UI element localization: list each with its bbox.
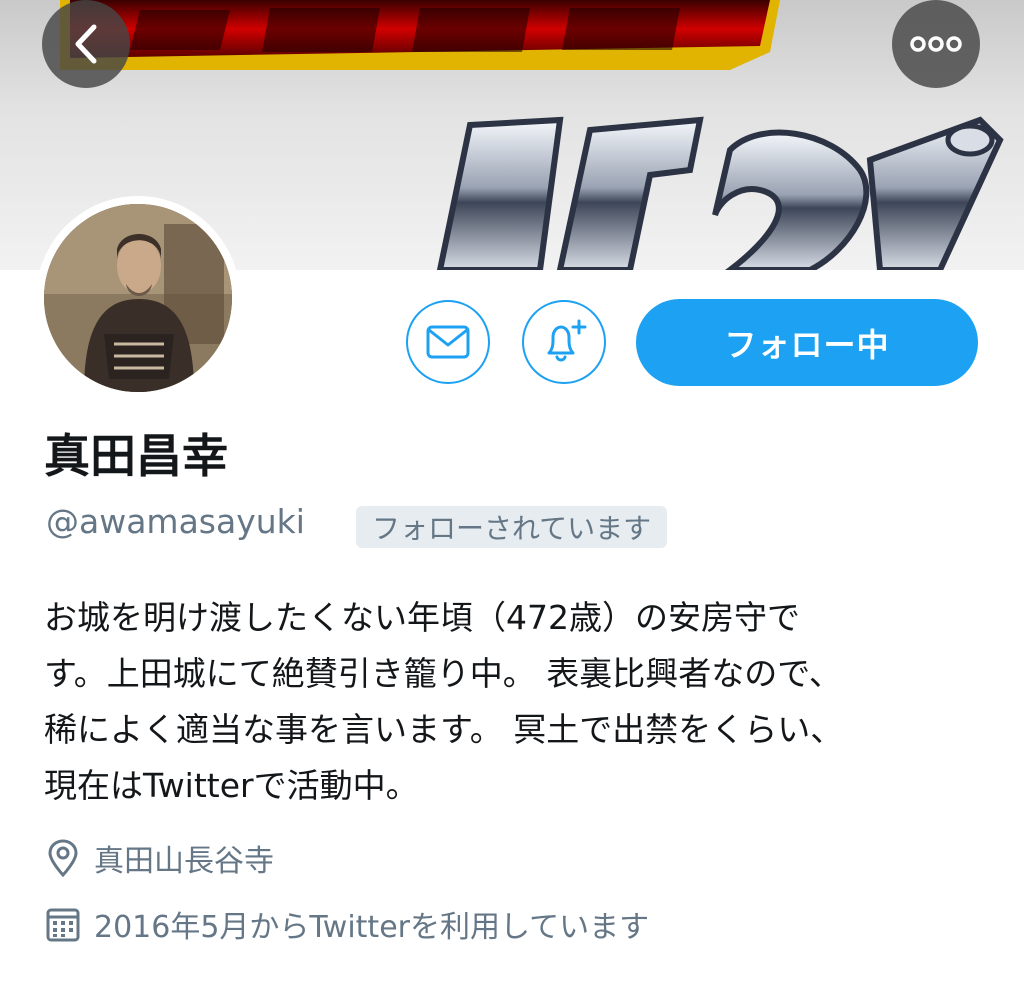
- avatar-portrait-image: [44, 204, 232, 392]
- display-name: 真田昌幸: [44, 429, 228, 483]
- chevron-left-icon: [75, 24, 97, 64]
- bio-text: お城を明け渡したくない年頃（472歳）の安房守で す。上田城にて絶賛引き籠り中。…: [44, 590, 984, 814]
- notifications-button[interactable]: [522, 300, 606, 384]
- location-row: 真田山長谷寺: [46, 836, 274, 880]
- back-button[interactable]: [42, 0, 130, 88]
- bell-plus-icon: [547, 319, 587, 362]
- more-horizontal-icon: [910, 36, 962, 52]
- calendar-icon: [46, 908, 80, 942]
- envelope-icon: [426, 325, 470, 359]
- location-text: 真田山長谷寺: [94, 844, 274, 879]
- follows-you-badge: フォローされています: [356, 506, 668, 548]
- more-button[interactable]: [892, 0, 980, 88]
- bio-line: 稀によく適当な事を言います。 冥土で出禁をくらい、: [44, 710, 844, 749]
- bio-line: お城を明け渡したくない年頃（472歳）の安房守で: [44, 598, 800, 637]
- bio-line[interactable]: 現在はTwitterで活動中。: [44, 758, 984, 814]
- following-button[interactable]: フォロー中: [636, 299, 978, 386]
- join-date-text: 2016年5月からTwitterを利用しています: [94, 910, 650, 945]
- avatar[interactable]: [44, 204, 232, 392]
- bio-line: す。上田城にて絶賛引き籠り中。 表裏比興者なので、: [44, 654, 842, 693]
- location-pin-icon: [48, 839, 78, 877]
- message-button[interactable]: [406, 300, 490, 384]
- join-date-row: 2016年5月からTwitterを利用しています: [46, 902, 649, 946]
- username-handle: @awamasayuki: [46, 502, 305, 541]
